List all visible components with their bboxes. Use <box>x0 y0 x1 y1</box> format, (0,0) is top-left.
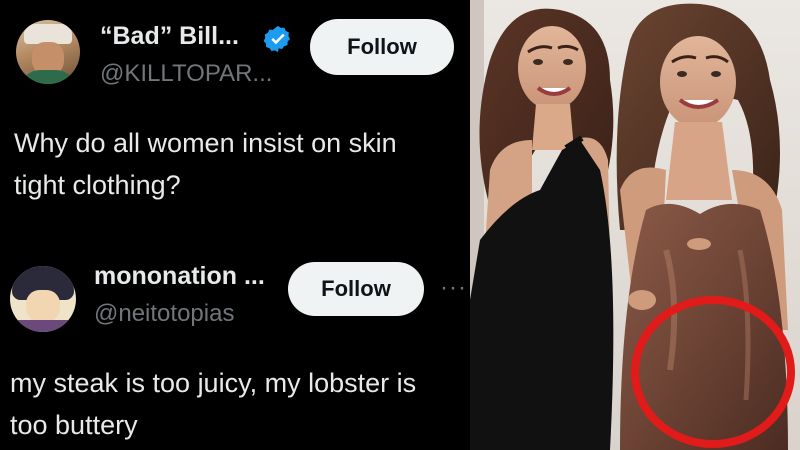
follow-button[interactable]: Follow <box>310 19 454 75</box>
tweet-text: Why do all women insist on skin tight cl… <box>14 128 397 200</box>
more-options-icon[interactable]: ··· <box>440 276 470 300</box>
anime-avatar-icon[interactable] <box>10 266 76 332</box>
verified-badge-icon <box>263 25 290 53</box>
user-handle[interactable]: @neitotopias <box>94 300 234 328</box>
follow-button[interactable]: Follow <box>288 262 424 316</box>
tweet-text: my steak is too juicy, my lobster is too… <box>10 368 417 440</box>
user-handle[interactable]: @KILLTOPAR... <box>100 60 272 88</box>
tweet-post-1: “Bad” Bill... @KILLTOPAR... Follow Why d… <box>0 0 470 230</box>
right-woman <box>616 3 788 450</box>
display-name[interactable]: “Bad” Bill... <box>100 22 239 51</box>
display-name[interactable]: mononation ... <box>94 262 265 291</box>
photo-two-women-icon <box>470 0 800 450</box>
cowboy-avatar-icon[interactable] <box>16 20 80 84</box>
tweet-thread: “Bad” Bill... @KILLTOPAR... Follow Why d… <box>0 0 470 450</box>
left-woman <box>470 8 614 450</box>
meme-canvas: “Bad” Bill... @KILLTOPAR... Follow Why d… <box>0 0 800 450</box>
